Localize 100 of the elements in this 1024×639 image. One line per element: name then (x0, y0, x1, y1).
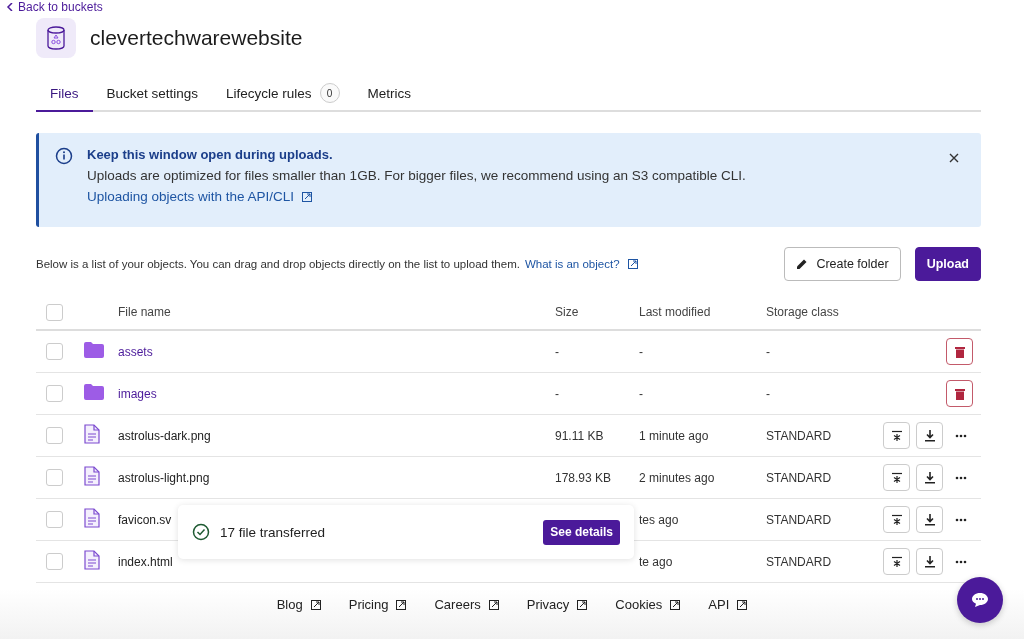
file-name: favicon.sv (118, 512, 173, 527)
file-name: astrolus-dark.png (118, 428, 212, 443)
chat-icon (972, 593, 988, 607)
create-folder-button[interactable]: Create folder (784, 247, 901, 281)
upload-button[interactable]: Upload (914, 247, 981, 281)
table-cell-text: 178.93 KB (555, 470, 613, 485)
file-icon (84, 424, 100, 444)
row-checkbox[interactable] (46, 343, 63, 360)
file-name: index.html (118, 554, 174, 569)
database-drawing (46, 26, 66, 50)
table-cell-text: - (766, 386, 771, 401)
download-button[interactable] (916, 548, 943, 575)
footer-link[interactable]: Cookies (615, 597, 681, 612)
folder-link[interactable]: assets (118, 344, 555, 359)
download-icon (924, 513, 935, 526)
pencil-icon (796, 258, 809, 270)
banner-title: Keep this window open during uploads. (87, 147, 334, 162)
file-icon (84, 508, 100, 528)
file-name: astrolus-light.png (118, 470, 211, 485)
tab[interactable]: Files (36, 76, 93, 112)
select-all-checkbox[interactable] (46, 303, 63, 321)
external-link-icon (737, 599, 748, 610)
download-button[interactable] (916, 464, 943, 491)
restore-button[interactable] (883, 548, 910, 575)
info-icon (55, 147, 73, 165)
restore-button[interactable] (883, 422, 910, 449)
table-cell-text: - (766, 344, 771, 359)
asterisk-icon (890, 429, 903, 442)
footer-link[interactable]: Privacy (526, 597, 588, 612)
table-cell-text: tes ago (639, 512, 680, 527)
table-cell-text: STANDARD (766, 470, 833, 485)
more-icon (955, 475, 967, 480)
tab[interactable]: Lifecycle rules 0 (212, 76, 354, 112)
table-cell-text: - (639, 344, 644, 359)
trash-icon (954, 387, 965, 400)
docs-link[interactable]: Uploading objects with the API/CLI (87, 189, 746, 204)
bucket-title: clevertechwarewebsite (90, 26, 303, 50)
restore-button[interactable] (883, 506, 910, 533)
external-link-icon (310, 599, 321, 610)
more-icon (955, 559, 967, 564)
help-link[interactable]: What is an object? (524, 258, 638, 270)
table-cell-text: 2 minutes ago (639, 470, 716, 485)
folder-link[interactable]: images (118, 386, 555, 401)
table-cell-text: - (555, 344, 560, 359)
download-button[interactable] (916, 422, 943, 449)
column-header: File name (118, 305, 172, 319)
asterisk-icon (890, 513, 903, 526)
external-link-icon (670, 599, 681, 610)
close-button[interactable] (947, 151, 961, 165)
delete-button[interactable] (946, 338, 973, 365)
folder-icon (84, 342, 104, 358)
table-cell-text: te ago (639, 554, 674, 569)
toast-message: 17 file transferred (220, 524, 327, 540)
file-icon (84, 550, 100, 570)
file-icon (84, 466, 100, 486)
external-link-icon (488, 599, 499, 610)
external-link-icon (396, 599, 407, 610)
row-checkbox[interactable] (46, 427, 63, 444)
banner-message: Uploads are optimized for files smaller than 1GB. For bigger files, we recommend using an S3 compatible CLI. (87, 168, 746, 183)
row-checkbox[interactable] (46, 511, 63, 528)
download-button[interactable] (916, 506, 943, 533)
intro-text: Below is a list of your objects. You can drag and drop objects directly on the list to upload them. (36, 258, 520, 270)
asterisk-icon (890, 471, 903, 484)
chat-button[interactable] (957, 577, 1003, 623)
row-checkbox[interactable] (46, 553, 63, 570)
row-checkbox[interactable] (46, 469, 63, 486)
column-header: Storage class (766, 305, 840, 319)
footer-link[interactable]: Careers (434, 597, 499, 612)
check-circle-icon (192, 523, 210, 541)
delete-button[interactable] (946, 380, 973, 407)
chevron-left-icon (6, 3, 14, 11)
trash-icon (954, 345, 965, 358)
more-icon (955, 517, 967, 522)
column-header: Size (555, 305, 580, 319)
count-badge: 0 (319, 83, 340, 103)
table-cell-text: - (639, 386, 644, 401)
restore-button[interactable] (883, 464, 910, 491)
tab[interactable]: Metrics (353, 76, 426, 112)
column-header: Last modified (639, 305, 712, 319)
row-checkbox[interactable] (46, 385, 63, 402)
back-link[interactable]: Back to buckets (6, 0, 981, 14)
footer-link[interactable]: Pricing (348, 597, 407, 612)
tab[interactable]: Bucket settings (92, 76, 213, 112)
external-link-icon (302, 191, 313, 202)
table-cell-text: STANDARD (766, 554, 833, 569)
table-cell-text: - (555, 386, 560, 401)
table-cell-text: STANDARD (766, 428, 833, 443)
table-cell-text: 1 minute ago (639, 428, 710, 443)
footer-link[interactable]: API (708, 597, 748, 612)
table-cell-text: 91.11 KB (555, 428, 605, 443)
external-link-icon (627, 259, 638, 269)
download-icon (924, 471, 935, 484)
footer-link[interactable]: Blog (276, 597, 321, 612)
download-icon (924, 429, 935, 442)
table-cell-text: STANDARD (766, 512, 833, 527)
external-link-icon (577, 599, 588, 610)
more-icon (955, 433, 967, 438)
close-icon (949, 153, 959, 163)
see-details-button[interactable]: See details (543, 519, 620, 545)
asterisk-icon (890, 555, 903, 568)
